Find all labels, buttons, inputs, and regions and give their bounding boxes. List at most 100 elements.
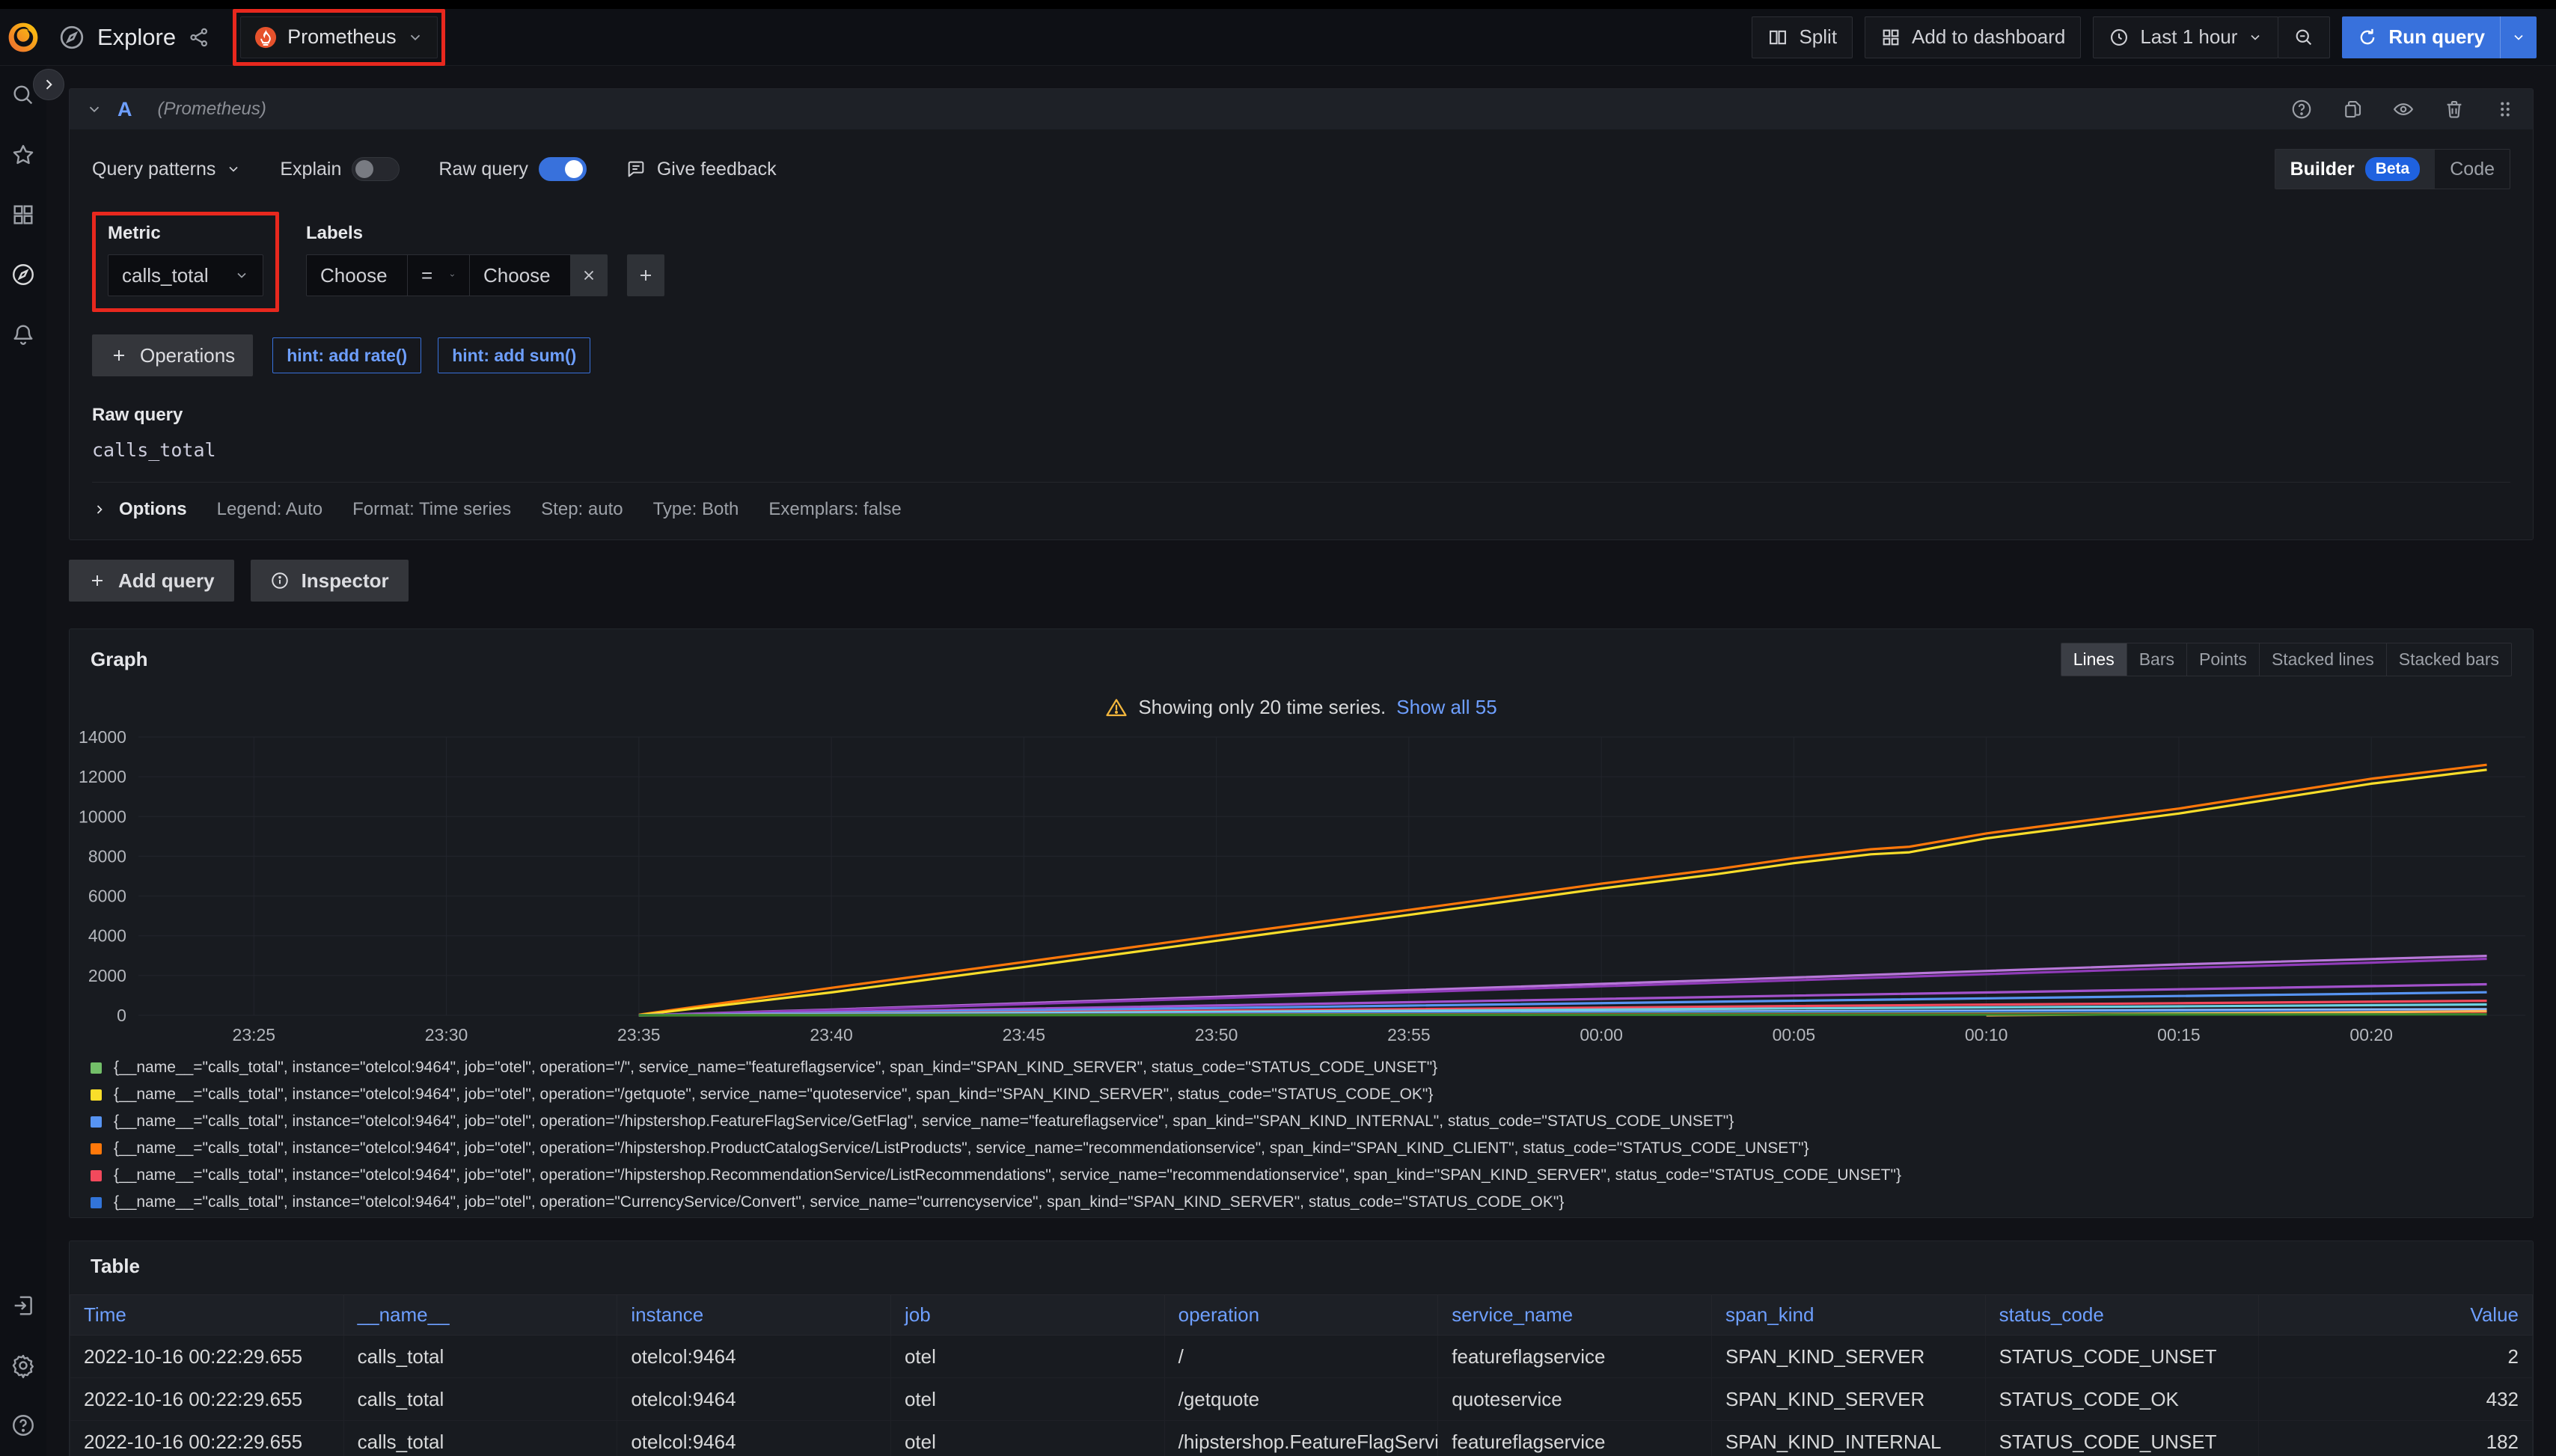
table-column-header-job[interactable]: job [890,1295,1164,1336]
table-cell: otelcol:9464 [617,1421,891,1456]
run-query-caret[interactable] [2500,16,2537,58]
compass-icon[interactable] [10,262,36,287]
svg-text:12000: 12000 [79,767,126,786]
table-cell: otel [890,1336,1164,1378]
sign-in-icon[interactable] [10,1293,36,1318]
table-column-header-time[interactable]: Time [70,1295,344,1336]
query-hint-button-0[interactable]: hint: add rate() [272,337,421,373]
table-cell: otelcol:9464 [617,1378,891,1421]
table-cell: featureflagservice [1438,1421,1712,1456]
table-row: 2022-10-16 00:22:29.655calls_totalotelco… [70,1336,2533,1378]
graph-mode-stacked-bars[interactable]: Stacked bars [2386,643,2511,676]
inspector-button[interactable]: Inspector [251,560,409,602]
query-row-header[interactable]: A (Prometheus) [70,89,2533,129]
table-column-header-spankind[interactable]: span_kind [1711,1295,1985,1336]
eye-icon[interactable] [2392,98,2415,120]
datasource-picker[interactable]: Prometheus [240,16,438,58]
graph-mode-stacked-lines[interactable]: Stacked lines [2259,643,2386,676]
add-operation-button[interactable]: Operations [92,334,253,376]
give-feedback-link[interactable]: Give feedback [626,159,777,180]
sidebar-expand-button[interactable] [33,69,64,100]
table-column-header-servicename[interactable]: service_name [1438,1295,1712,1336]
table-cell: quoteservice [1438,1378,1712,1421]
share-icon[interactable] [188,26,210,49]
label-operator-select[interactable]: = [407,254,470,296]
option-summary-item: Exemplars: false [768,499,901,520]
remove-label-filter-button[interactable] [570,254,608,296]
help-icon[interactable] [10,1413,36,1438]
add-query-label: Add query [118,569,215,593]
split-button[interactable]: Split [1752,16,1853,58]
svg-text:14000: 14000 [79,727,126,747]
graph-mode-points[interactable]: Points [2186,643,2259,676]
run-query-main[interactable]: Run query [2342,16,2500,58]
chevron-down-icon [449,268,456,283]
legend-series-swatch [91,1197,102,1208]
collapse-chevron-icon[interactable] [86,101,103,117]
drag-handle-icon[interactable] [2494,98,2516,120]
table-column-header-name[interactable]: __name__ [343,1295,617,1336]
zoom-out-button[interactable] [2278,16,2330,58]
table-column-header-instance[interactable]: instance [617,1295,891,1336]
builder-mode-tab[interactable]: Builder Beta [2275,150,2436,189]
svg-text:23:40: 23:40 [810,1025,853,1044]
table-panel: Table Time__name__instancejoboperationse… [69,1241,2534,1456]
code-mode-tab[interactable]: Code [2435,150,2510,189]
legend-item[interactable]: {__name__="calls_total", instance="otelc… [91,1216,2512,1217]
table-column-header-statuscode[interactable]: status_code [1985,1295,2259,1336]
svg-text:23:35: 23:35 [617,1025,661,1044]
legend-item[interactable]: {__name__="calls_total", instance="otelc… [91,1081,2512,1108]
label-key-select[interactable]: Choose [306,254,408,296]
run-query-button[interactable]: Run query [2342,16,2537,58]
table-column-header-operation[interactable]: operation [1164,1295,1438,1336]
refresh-icon [2357,27,2378,48]
raw-query-toggle[interactable] [539,157,587,181]
search-icon[interactable] [10,82,36,108]
query-patterns-dropdown[interactable]: Query patterns [92,159,241,180]
graph-mode-lines[interactable]: Lines [2061,643,2127,676]
table-cell: /hipstershop.FeatureFlagServi... [1164,1421,1438,1456]
legend-item[interactable]: {__name__="calls_total", instance="otelc… [91,1162,2512,1189]
graph-mode-bars[interactable]: Bars [2127,643,2186,676]
dashboard-grid-icon [1880,27,1901,48]
metric-select[interactable]: calls_total [108,254,263,296]
clock-icon [2109,27,2130,48]
timeseries-chart[interactable]: 0200040006000800010000120001400023:2523:… [70,727,2533,1048]
raw-query-value: calls_total [92,439,2510,461]
header-actions: Split Add to dashboard Last 1 hour Run q… [1752,16,2537,58]
table-cell: 182 [2259,1421,2533,1456]
give-feedback-label: Give feedback [657,159,777,180]
trash-icon[interactable] [2443,98,2465,120]
raw-query-toggle-label: Raw query [438,159,528,180]
grafana-logo[interactable] [0,21,46,54]
table-panel-header: Table [70,1241,2533,1282]
split-label: Split [1799,25,1837,49]
explain-toggle[interactable] [352,157,400,181]
explore-compass-icon [58,24,85,51]
show-all-series-link[interactable]: Show all 55 [1396,696,1496,719]
run-query-label: Run query [2388,25,2485,49]
legend-item[interactable]: {__name__="calls_total", instance="otelc… [91,1108,2512,1135]
apps-icon[interactable] [10,202,36,227]
legend-item[interactable]: {__name__="calls_total", instance="otelc… [91,1135,2512,1162]
bell-icon[interactable] [10,322,36,347]
star-icon[interactable] [10,142,36,168]
option-summary-item: Type: Both [653,499,739,520]
query-editor: A (Prometheus) [69,88,2534,540]
options-collapse-toggle[interactable]: Options [92,499,187,520]
help-circle-icon[interactable] [2290,98,2313,120]
legend-item[interactable]: {__name__="calls_total", instance="otelc… [91,1189,2512,1216]
add-query-button[interactable]: Add query [69,560,234,602]
table-column-header-value[interactable]: Value [2259,1295,2533,1336]
label-filter-controls: Choose = Choose [306,254,664,296]
add-label-filter-button[interactable] [627,254,664,296]
time-range-button[interactable]: Last 1 hour [2093,16,2278,58]
legend-item[interactable]: {__name__="calls_total", instance="otelc… [91,1054,2512,1081]
metric-field-label: Metric [108,223,263,244]
gear-icon[interactable] [10,1353,36,1378]
label-operator-value: = [421,264,432,287]
duplicate-icon[interactable] [2341,98,2364,120]
add-to-dashboard-button[interactable]: Add to dashboard [1865,16,2081,58]
label-value-select[interactable]: Choose [469,254,571,296]
query-hint-button-1[interactable]: hint: add sum() [438,337,590,373]
